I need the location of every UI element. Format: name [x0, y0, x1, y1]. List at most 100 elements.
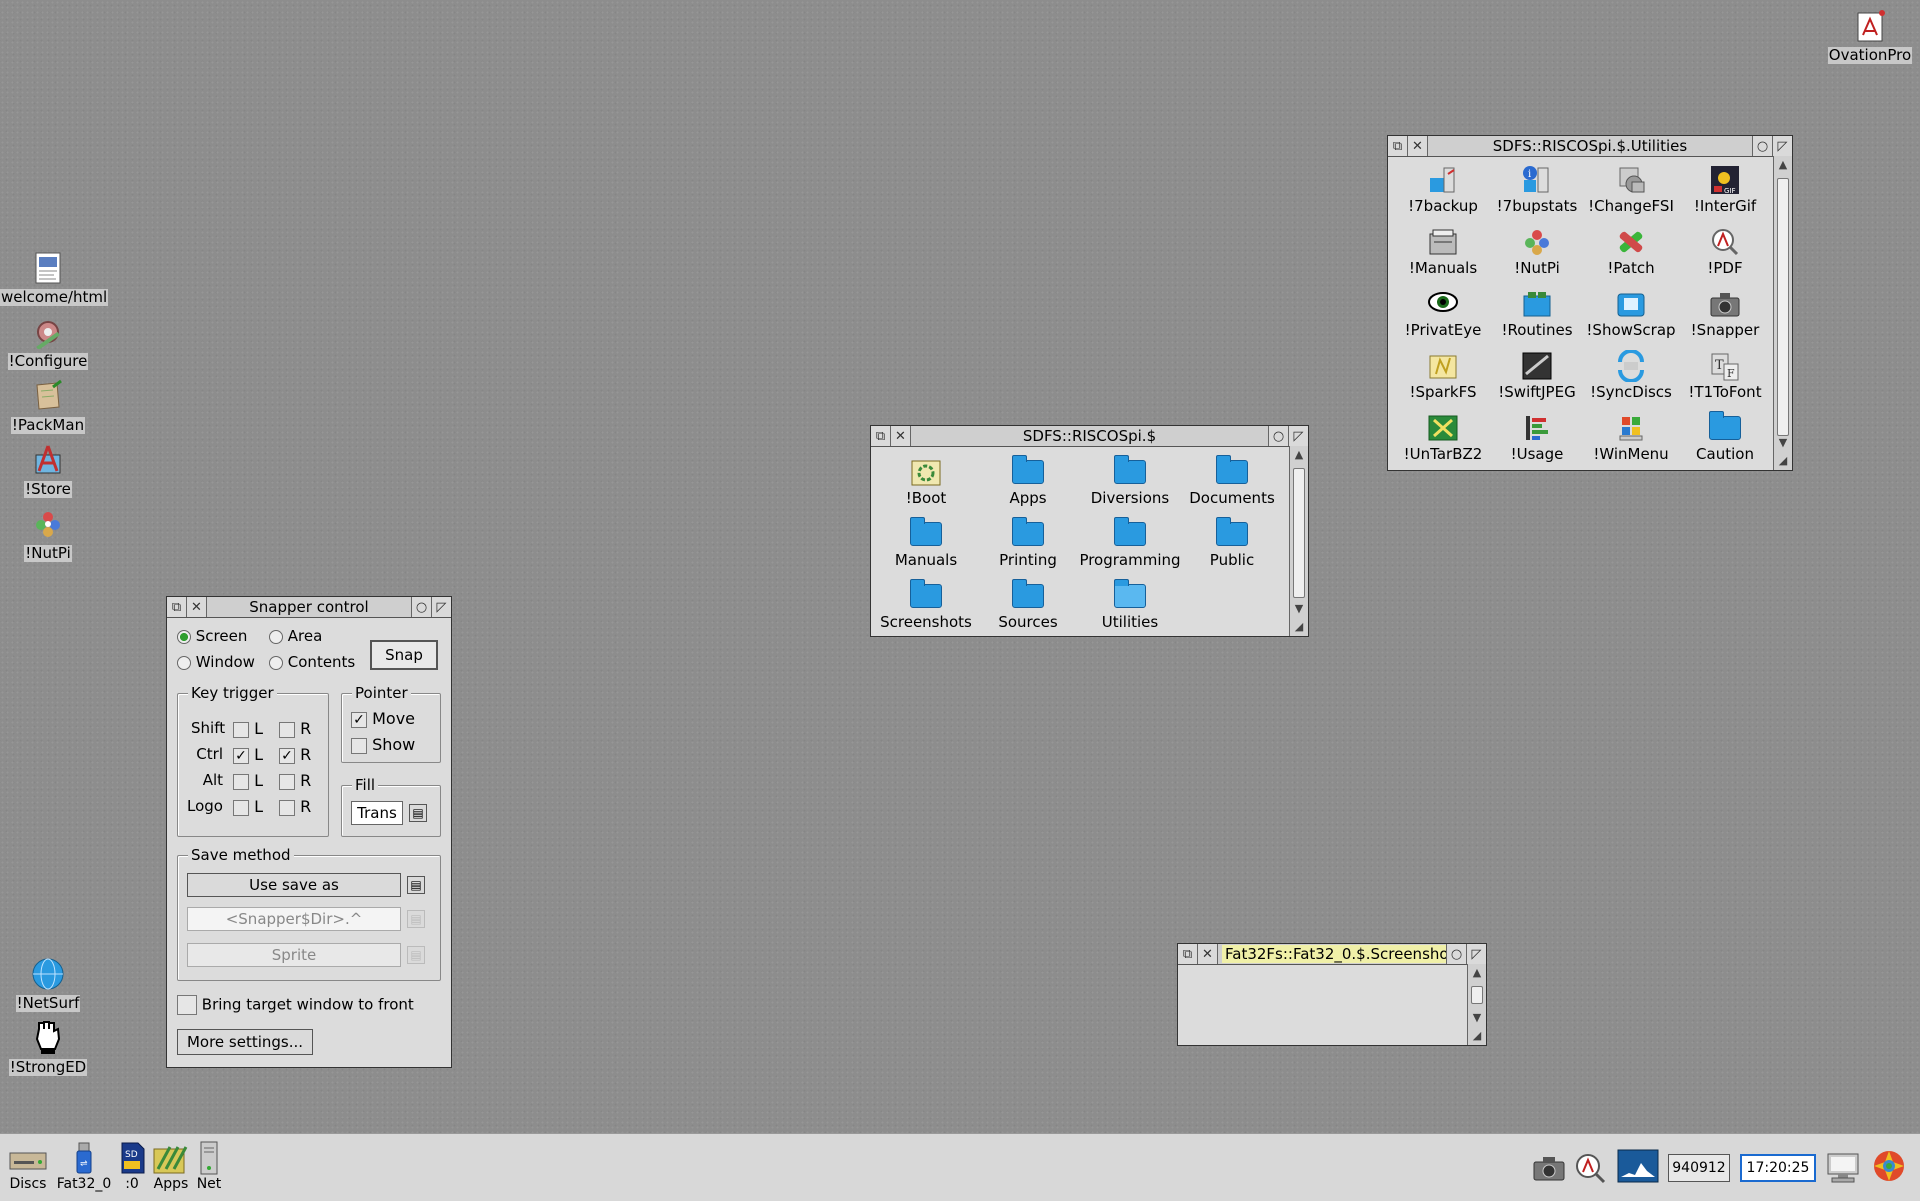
- desktop-icon-configure[interactable]: !Configure: [0, 314, 96, 370]
- checkbox[interactable]: [351, 737, 367, 754]
- checkbox[interactable]: [279, 799, 295, 816]
- iconbar-monitor[interactable]: [1824, 1150, 1862, 1186]
- alt-right-checkbox[interactable]: R: [279, 771, 311, 790]
- resize-icon[interactable]: ◢: [1290, 618, 1308, 636]
- save-path-field[interactable]: <Snapper$Dir>.^: [187, 907, 401, 931]
- bring-to-front-checkbox[interactable]: Bring target window to front: [177, 995, 414, 1015]
- filer-item[interactable]: Sources: [977, 579, 1079, 642]
- logo-left-checkbox[interactable]: L: [233, 797, 263, 816]
- filer-item[interactable]: Manuals: [875, 517, 977, 580]
- filer-item[interactable]: Printing: [977, 517, 1079, 580]
- iconbar-apps[interactable]: Apps: [150, 1140, 192, 1192]
- scroll-down-arrow-icon[interactable]: ▼: [1774, 434, 1792, 452]
- filer-item[interactable]: !Boot: [875, 456, 977, 518]
- title-bar[interactable]: ⧉ ✕ Fat32Fs::Fat32_0.$.Screenshots ○ ◸: [1178, 944, 1486, 965]
- desktop-icon-ovationpro[interactable]: OvationPro: [1822, 8, 1918, 64]
- filer-item[interactable]: Programming: [1079, 517, 1181, 580]
- checkmark-icon[interactable]: ✓: [351, 711, 367, 728]
- pointer-move-checkbox[interactable]: ✓ Move: [351, 709, 415, 728]
- scroll-thumb[interactable]: [1777, 178, 1789, 436]
- filer-item[interactable]: !Usage: [1490, 412, 1584, 474]
- iconbar-pdf[interactable]: [1572, 1150, 1610, 1186]
- save-method-menu-icon[interactable]: ▤: [407, 876, 425, 894]
- radio-button[interactable]: [269, 629, 283, 644]
- iconise-icon[interactable]: ○: [1752, 136, 1772, 156]
- title-bar[interactable]: ⧉ ✕ SDFS::RISCOSpi.$.Utilities ○ ◸: [1388, 136, 1792, 157]
- iconbar-net[interactable]: Net: [194, 1140, 224, 1192]
- filer-item[interactable]: !ChangeFSI: [1584, 164, 1678, 226]
- filer-item[interactable]: !WinMenu: [1584, 412, 1678, 474]
- snap-button[interactable]: Snap: [370, 640, 438, 670]
- filer-item[interactable]: !NutPi: [1490, 226, 1584, 288]
- more-settings-button[interactable]: More settings...: [177, 1029, 313, 1055]
- desktop-icon-nutpi[interactable]: !NutPi: [0, 506, 96, 562]
- filer-item[interactable]: !SyncDiscs: [1584, 350, 1678, 412]
- filer-item[interactable]: !Manuals: [1396, 226, 1490, 288]
- filer-item[interactable]: Diversions: [1079, 455, 1181, 518]
- filer-item[interactable]: T F !T1ToFont: [1678, 350, 1772, 412]
- scroll-up-arrow-icon[interactable]: ▲: [1468, 964, 1486, 982]
- iconbar-snapper[interactable]: [1530, 1150, 1568, 1186]
- checkbox[interactable]: [279, 721, 295, 738]
- shift-right-checkbox[interactable]: R: [279, 719, 311, 738]
- radio-area[interactable]: Area: [269, 627, 322, 645]
- vertical-scrollbar[interactable]: ▲ ▼ ◢: [1289, 446, 1308, 636]
- scroll-up-arrow-icon[interactable]: ▲: [1290, 446, 1308, 464]
- iconise-icon[interactable]: ○: [1268, 426, 1288, 446]
- iconbar-fat32[interactable]: ⇌ Fat32_0: [54, 1140, 114, 1192]
- save-format-field[interactable]: Sprite: [187, 943, 401, 967]
- filer-item[interactable]: !Patch: [1584, 226, 1678, 288]
- back-icon[interactable]: ⧉: [871, 426, 891, 446]
- close-icon[interactable]: ✕: [1408, 136, 1428, 156]
- radio-button[interactable]: [269, 655, 283, 670]
- desktop-icon-stronged[interactable]: !StrongED: [0, 1020, 96, 1076]
- save-method-display[interactable]: Use save as: [187, 873, 401, 897]
- close-icon[interactable]: ✕: [891, 426, 911, 446]
- checkmark-icon[interactable]: ✓: [233, 747, 249, 764]
- ctrl-right-checkbox[interactable]: ✓ R: [279, 745, 311, 764]
- filer-item[interactable]: !SwiftJPEG: [1490, 350, 1584, 412]
- close-icon[interactable]: ✕: [1198, 944, 1218, 964]
- desktop-icon-netsurf[interactable]: !NetSurf: [0, 956, 96, 1012]
- toggle-size-icon[interactable]: ◸: [1466, 944, 1486, 964]
- filer-item[interactable]: !UnTarBZ2: [1396, 412, 1490, 474]
- clock[interactable]: 17:20:25: [1740, 1154, 1816, 1182]
- radio-window[interactable]: Window: [177, 653, 255, 671]
- radio-screen[interactable]: Screen: [177, 627, 247, 645]
- fill-menu-icon[interactable]: ▤: [409, 804, 427, 822]
- title-bar[interactable]: ⧉ ✕ SDFS::RISCOSpi.$ ○ ◸: [871, 426, 1308, 447]
- vertical-scrollbar[interactable]: ▲ ▼ ◢: [1773, 156, 1792, 470]
- toggle-size-icon[interactable]: ◸: [431, 597, 451, 617]
- vertical-scrollbar[interactable]: ▲ ▼ ◢: [1467, 964, 1486, 1045]
- filer-item[interactable]: GIF !InterGif: [1678, 164, 1772, 226]
- filer-item[interactable]: Utilities: [1079, 579, 1181, 642]
- filer-item[interactable]: !ShowScrap: [1584, 288, 1678, 350]
- toggle-size-icon[interactable]: ◸: [1288, 426, 1308, 446]
- checkbox[interactable]: [279, 773, 295, 790]
- checkmark-icon[interactable]: ✓: [279, 747, 295, 764]
- filer-item[interactable]: i !7bupstats: [1490, 164, 1584, 226]
- filer-item[interactable]: !PrivatEye: [1396, 288, 1490, 350]
- back-icon[interactable]: ⧉: [1178, 944, 1198, 964]
- title-bar[interactable]: ⧉ ✕ Snapper control ○ ◸: [167, 597, 451, 618]
- filer-item[interactable]: !Snapper: [1678, 288, 1772, 350]
- desktop-icon-packman[interactable]: !PackMan: [0, 378, 96, 434]
- desktop-icon-welcome-html[interactable]: welcome/html: [0, 250, 109, 306]
- shift-left-checkbox[interactable]: L: [233, 719, 263, 738]
- resize-icon[interactable]: ◢: [1774, 452, 1792, 470]
- checkbox[interactable]: [233, 773, 249, 790]
- iconbar-discs[interactable]: Discs: [6, 1140, 50, 1192]
- checkbox[interactable]: [233, 799, 249, 816]
- alt-left-checkbox[interactable]: L: [233, 771, 263, 790]
- close-icon[interactable]: ✕: [187, 597, 207, 617]
- checkbox[interactable]: [177, 995, 197, 1015]
- radio-contents[interactable]: Contents: [269, 653, 355, 671]
- ctrl-left-checkbox[interactable]: ✓ L: [233, 745, 263, 764]
- scroll-up-arrow-icon[interactable]: ▲: [1774, 156, 1792, 174]
- iconbar-display[interactable]: [1616, 1148, 1660, 1184]
- filer-item[interactable]: !SparkFS: [1396, 350, 1490, 412]
- logo-right-checkbox[interactable]: R: [279, 797, 311, 816]
- iconbar-riscos[interactable]: [1868, 1148, 1910, 1184]
- scroll-thumb[interactable]: [1471, 986, 1483, 1004]
- pointer-show-checkbox[interactable]: Show: [351, 735, 415, 754]
